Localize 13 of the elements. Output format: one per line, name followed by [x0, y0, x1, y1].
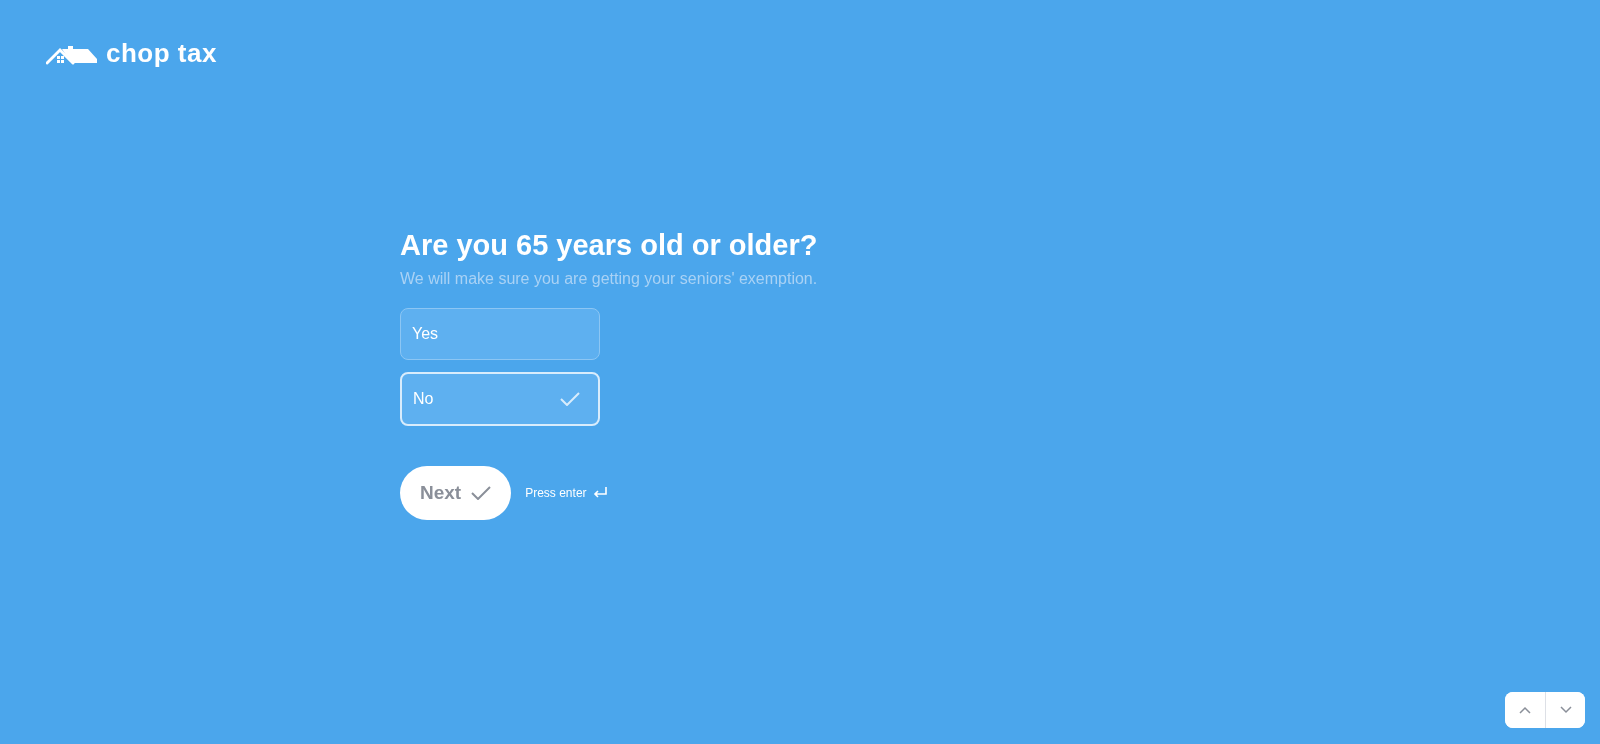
enter-key-icon: [591, 486, 608, 500]
chevron-up-icon: [1519, 706, 1531, 714]
answer-option[interactable]: No: [400, 372, 600, 426]
answer-option[interactable]: Yes: [400, 308, 600, 360]
chevron-down-icon: [1559, 706, 1572, 714]
next-button[interactable]: Next: [400, 466, 512, 520]
next-question-button[interactable]: [1545, 692, 1585, 728]
press-enter-hint: Press enter: [525, 486, 587, 500]
check-icon: [560, 392, 580, 406]
question-subtitle: We will make sure you are getting your seniors' exemption.: [400, 270, 818, 288]
logo-text: chop tax: [106, 38, 217, 69]
question-title: Are you 65 years old or older?: [400, 229, 818, 262]
check-icon: [471, 486, 492, 500]
